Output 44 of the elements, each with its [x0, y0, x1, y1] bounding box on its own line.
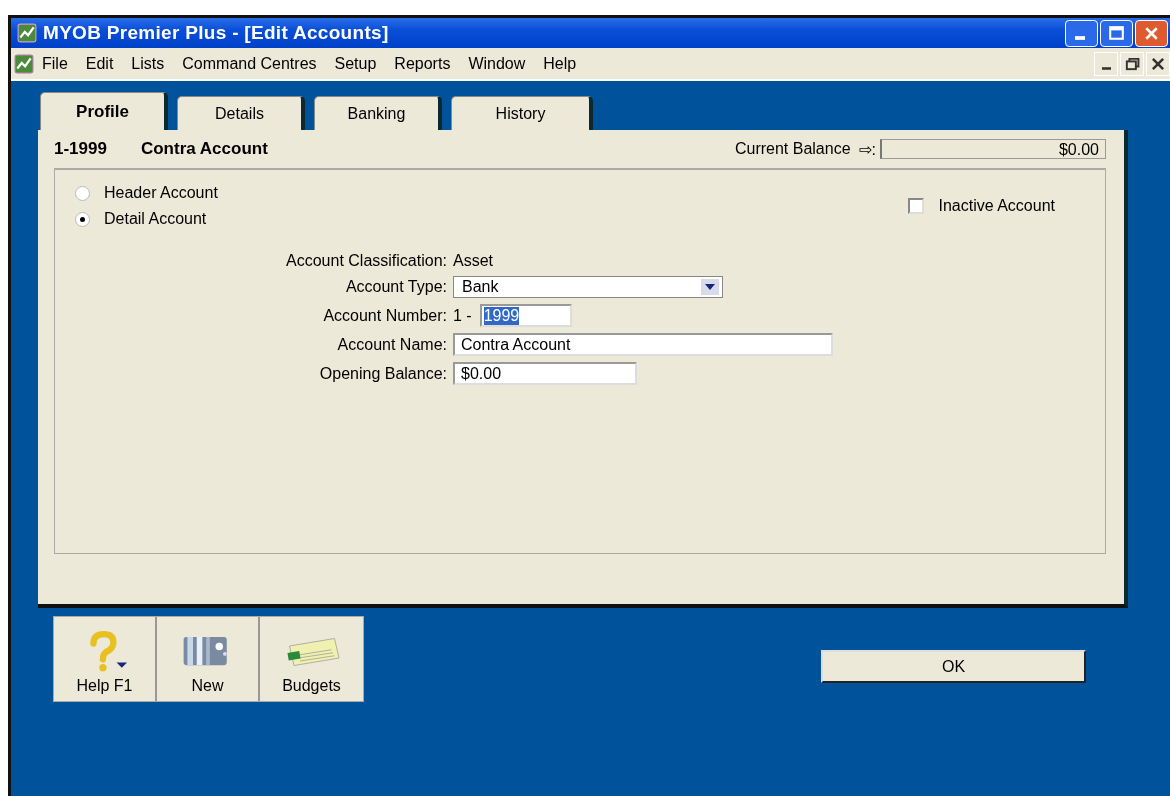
classification-value: Asset [453, 252, 494, 270]
balance-label: Current Balance [734, 140, 851, 158]
account-name: Contra Account [140, 139, 268, 159]
radio-option[interactable]: Detail Account [75, 210, 218, 228]
tab[interactable]: Banking [314, 96, 442, 130]
menu-item[interactable]: Window [460, 54, 536, 73]
account-number: 1-1999 [54, 139, 107, 159]
account-type-dropdown[interactable]: Bank [453, 276, 723, 298]
minimize-button[interactable] [1065, 19, 1098, 47]
field-label: Account Number: [322, 306, 447, 325]
tab[interactable]: History [451, 96, 593, 130]
ok-button[interactable]: OK [821, 650, 1086, 683]
balance-field: $0.00 [880, 139, 1106, 159]
minimize-button[interactable] [1094, 51, 1118, 76]
account-number-field[interactable]: 1999 [479, 304, 572, 327]
menu-item[interactable]: Lists [123, 54, 175, 73]
menu-item[interactable]: Command Centres [174, 54, 327, 73]
maximize-button[interactable] [1100, 19, 1133, 47]
account-name-field[interactable]: Contra Account [453, 333, 833, 356]
menu-item[interactable]: Setup [326, 54, 387, 73]
tab[interactable]: Details [177, 96, 305, 130]
menu-item[interactable]: File [34, 54, 78, 73]
minimize-icon [1102, 66, 1111, 70]
close-button[interactable] [1146, 51, 1170, 76]
field-label: Account Name: [336, 335, 447, 354]
radio-button[interactable] [75, 185, 90, 201]
menu-item[interactable]: Edit [77, 54, 124, 73]
field-label: Account Classification: [285, 252, 447, 270]
field-label: Account Type: [344, 278, 447, 296]
tab[interactable]: Profile [40, 92, 168, 130]
chart-icon[interactable] [14, 53, 34, 74]
menu-item[interactable]: Reports [386, 54, 461, 73]
menu-item[interactable]: Help [535, 54, 587, 73]
opening-balance-field[interactable]: $0.00 [453, 362, 637, 385]
radio-option[interactable]: Header Account [75, 184, 218, 202]
balance-arrow: ⇨: [858, 139, 876, 159]
window-title: MYOB Premier Plus - [Edit Accounts] [43, 22, 389, 44]
checkbox[interactable] [908, 198, 925, 214]
chart-icon [17, 23, 37, 43]
restore-button[interactable] [1120, 51, 1144, 76]
field-label: Opening Balance: [318, 364, 447, 383]
minimize-icon [1075, 35, 1085, 40]
radio-button[interactable] [75, 211, 90, 227]
number-prefix: 1 - [453, 306, 472, 325]
